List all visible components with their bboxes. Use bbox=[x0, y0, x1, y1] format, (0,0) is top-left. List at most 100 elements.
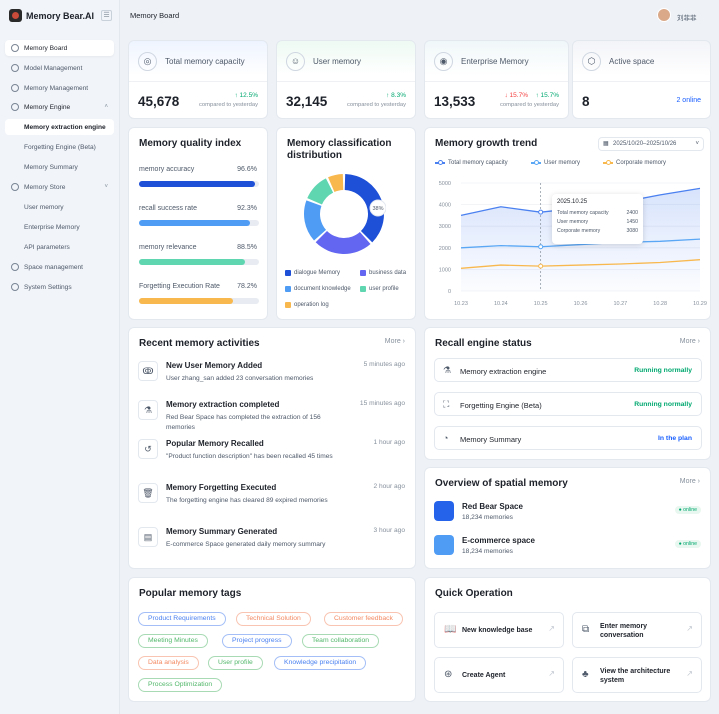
quality-label: Forgetting Execution Rate bbox=[139, 283, 220, 290]
stat-value: 8 bbox=[582, 94, 590, 109]
activity-description: Red Bear Space has completed the extract… bbox=[166, 414, 321, 431]
chart-tooltip: 2025.10.25 Total memory capacity 2400 Use… bbox=[552, 194, 643, 244]
quick-action-icon: ♣ bbox=[582, 669, 589, 680]
legend-series-2[interactable]: Corporate memory bbox=[603, 160, 666, 166]
quick-action-label: View the architecture system bbox=[600, 668, 671, 684]
tag-chip[interactable]: Knowledge precipitation bbox=[274, 656, 367, 670]
y-tick-label: 2000 bbox=[439, 246, 451, 252]
logo[interactable]: Memory Bear.AI bbox=[9, 9, 94, 22]
stat-label: User memory bbox=[313, 57, 362, 66]
engine-row[interactable]: ◔ Memory Summary In the plan bbox=[434, 426, 702, 450]
gear-icon bbox=[11, 103, 19, 111]
arrow-up-right-icon: ↗ bbox=[548, 669, 555, 678]
tag-chip[interactable]: Product Requirements bbox=[138, 612, 226, 626]
space-name[interactable]: E-commerce space bbox=[462, 536, 535, 545]
more-link[interactable]: More › bbox=[680, 478, 700, 485]
space-count: 18,234 memories bbox=[462, 548, 513, 555]
quick-action-button[interactable]: ⊛ Create Agent ↗ bbox=[434, 657, 564, 693]
chevron-up-icon: ˄ bbox=[104, 104, 108, 110]
engine-icon: ⚗ bbox=[443, 365, 452, 375]
stat-label: Active space bbox=[609, 57, 655, 66]
donut-slice-2[interactable] bbox=[304, 200, 327, 241]
quick-action-button[interactable]: ♣ View the architecture system ↗ bbox=[572, 657, 702, 693]
online-count-link[interactable]: 2 online bbox=[676, 97, 701, 104]
sidebar-item-enterprise-memory[interactable]: Enterprise Memory bbox=[5, 219, 114, 235]
more-link[interactable]: More › bbox=[385, 338, 405, 345]
sidebar-item-memory-store[interactable]: Memory Store ˅ bbox=[5, 179, 114, 195]
sidebar-item-space-management[interactable]: Space management bbox=[5, 259, 114, 275]
collapse-sidebar-icon[interactable]: ☰ bbox=[101, 10, 112, 21]
engine-status: Running normally bbox=[634, 401, 692, 408]
bear-logo-icon bbox=[9, 9, 22, 22]
tag-chip[interactable]: User profile bbox=[208, 656, 263, 670]
legend-business: business data bbox=[360, 270, 406, 276]
arrow-up-right-icon: ↗ bbox=[686, 669, 693, 678]
legend-series-1[interactable]: User memory bbox=[531, 160, 580, 166]
tag-chip[interactable]: Project progress bbox=[222, 634, 292, 648]
sidebar-item-memory-summary[interactable]: Memory Summary bbox=[5, 159, 114, 175]
sidebar-item-memory-engine[interactable]: Memory Engine ˄ bbox=[5, 99, 114, 115]
tag-chip[interactable]: Data analysis bbox=[138, 656, 199, 670]
tag-chip[interactable]: Customer feedback bbox=[324, 612, 403, 626]
quality-bar-fill bbox=[139, 220, 250, 226]
sidebar-item-forgetting-engine[interactable]: Forgetting Engine (Beta) bbox=[5, 139, 114, 155]
more-link[interactable]: More › bbox=[680, 338, 700, 345]
online-badge: ● online bbox=[674, 540, 701, 548]
stat-value: 45,678 bbox=[138, 94, 180, 109]
stat-label: Total memory capacity bbox=[165, 57, 245, 66]
sidebar-item-api-parameters[interactable]: API parameters bbox=[5, 239, 114, 255]
tag-chip[interactable]: Technical Solution bbox=[236, 612, 311, 626]
y-tick-label: 0 bbox=[448, 289, 451, 295]
stat-delta: ↑ 12.5% bbox=[234, 92, 259, 99]
sidebar-item-user-memory[interactable]: User memory bbox=[5, 199, 114, 215]
donut-slice-1[interactable] bbox=[315, 230, 371, 254]
quality-bar bbox=[139, 181, 259, 187]
space-name[interactable]: Red Bear Space bbox=[462, 502, 523, 511]
x-tick-label: 10.27 bbox=[613, 301, 627, 307]
sidebar-item-memory-management[interactable]: Memory Management bbox=[5, 80, 114, 96]
app-name: Memory Bear.AI bbox=[26, 10, 95, 21]
avatar[interactable] bbox=[657, 8, 671, 22]
stat-value: 32,145 bbox=[286, 94, 328, 109]
donut-slice-3[interactable] bbox=[307, 178, 334, 205]
username[interactable]: 刘菲菲 bbox=[677, 12, 697, 22]
quick-action-button[interactable]: 📖 New knowledge base ↗ bbox=[434, 612, 564, 648]
engine-row[interactable]: ⛶ Forgetting Engine (Beta) Running normall… bbox=[434, 392, 702, 416]
quality-bar bbox=[139, 298, 259, 304]
sidebar-item-system-settings[interactable]: System Settings bbox=[5, 279, 114, 295]
sidebar-item-memory-extraction-engine[interactable]: Memory extraction engine bbox=[5, 119, 114, 135]
tag-chip[interactable]: Meeting Minutes bbox=[138, 634, 208, 648]
tag-chip[interactable]: Process Optimization bbox=[138, 678, 223, 692]
quality-bar-fill bbox=[139, 259, 246, 265]
quality-bar bbox=[139, 220, 259, 226]
engine-label: Forgetting Engine (Beta) bbox=[460, 401, 542, 410]
spatial-card: Overview of spatial memory More › Red Be… bbox=[424, 467, 711, 569]
legend-series-0[interactable]: Total memory capacity bbox=[435, 160, 508, 166]
tag-chip[interactable]: Team collaboration bbox=[302, 634, 380, 648]
x-tick-label: 10.28 bbox=[653, 301, 667, 307]
store-icon bbox=[11, 183, 19, 191]
space-icon bbox=[434, 535, 454, 555]
stat-card-enterprise: ◉ Enterprise Memory 13,533 ↓ 15.7% ↑ 15.… bbox=[424, 40, 569, 119]
card-title: Memory classification distribution bbox=[287, 138, 392, 161]
stat-delta-up: ↑ 15.7% bbox=[535, 92, 560, 99]
sidebar-item-memory-board[interactable]: Memory Board bbox=[5, 40, 114, 56]
stat-delta-down: ↓ 15.7% bbox=[504, 92, 529, 99]
chevron-down-icon: ˅ bbox=[104, 184, 108, 190]
recall-card: Recall engine status More › ⚗ Memory extr… bbox=[424, 327, 711, 460]
engine-row[interactable]: ⚗ Memory extraction engine Running normall… bbox=[434, 358, 702, 382]
sidebar-item-model-management[interactable]: Model Management bbox=[5, 60, 114, 76]
activity-time: 3 hour ago bbox=[373, 527, 405, 534]
data-point bbox=[538, 209, 544, 215]
activity-title: Popular Memory Recalled bbox=[166, 439, 264, 448]
date-range-picker[interactable]: ▦ 2025/10/20–2025/10/26 ˅ bbox=[598, 137, 704, 151]
activity-icon: ▤ bbox=[138, 527, 158, 547]
data-point bbox=[538, 244, 544, 250]
card-title: Recent memory activities bbox=[139, 338, 260, 349]
x-tick-label: 10.26 bbox=[574, 301, 588, 307]
x-tick-label: 10.24 bbox=[494, 301, 508, 307]
arrow-up-right-icon: ↗ bbox=[686, 624, 693, 633]
x-tick-label: 10.29 bbox=[693, 301, 707, 307]
quick-action-button[interactable]: ⧉ Enter memory conversation ↗ bbox=[572, 612, 702, 648]
activity-description: User zhang_san added 23 conversation mem… bbox=[166, 375, 314, 382]
